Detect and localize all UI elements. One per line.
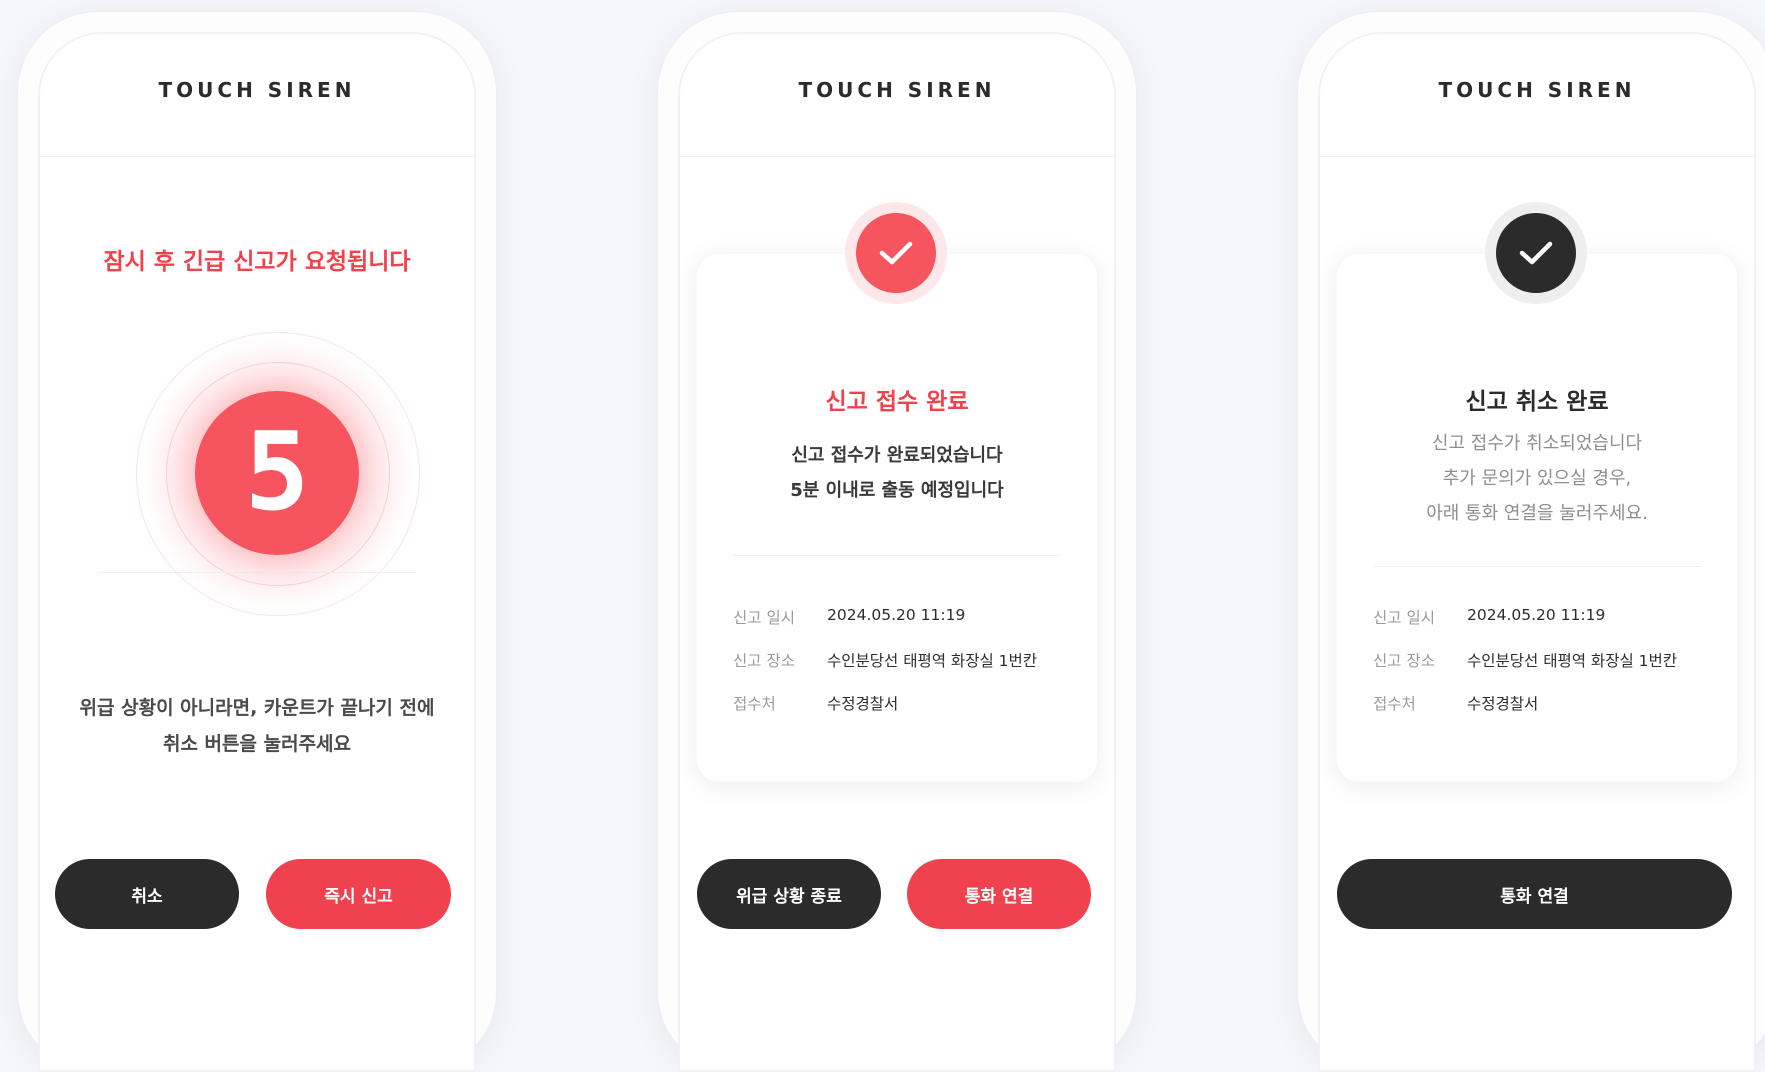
app-header: TOUCH SIREN — [1318, 32, 1756, 157]
countdown-warning-title: 잠시 후 긴급 신고가 요청됩니다 — [103, 249, 411, 275]
info-label: 신고 장소 — [733, 652, 795, 670]
info-row-agency: 접수처 수정경찰서 — [733, 692, 1077, 716]
info-label: 신고 일시 — [733, 609, 795, 627]
instruction-line-1: 위급 상황이 아니라면, 카운트가 끝나기 전에 — [79, 697, 435, 719]
info-value: 수인분당선 태평역 화장실 1번칸 — [827, 652, 1038, 670]
countdown-number: 5 — [244, 410, 310, 535]
card-message: 신고 접수가 취소되었습니다 추가 문의가 있으실 경우, 아래 통화 연결을 … — [1337, 426, 1737, 531]
brand-title: TOUCH SIREN — [798, 78, 996, 102]
message-line-2: 5분 이내로 출동 예정입니다 — [790, 480, 1004, 501]
divider — [98, 572, 416, 573]
status-icon-halo — [1485, 202, 1587, 304]
info-row-location: 신고 장소 수인분당선 태평역 화장실 1번칸 — [733, 649, 1077, 673]
info-value: 2024.05.20 11:19 — [1467, 606, 1606, 624]
end-emergency-button[interactable]: 위급 상황 종료 — [697, 859, 881, 929]
card-title: 신고 접수 완료 — [825, 389, 969, 415]
cancel-instruction: 위급 상황이 아니라면, 카운트가 끝나기 전에 취소 버튼을 눌러주세요 — [38, 690, 476, 762]
brand-title: TOUCH SIREN — [1438, 78, 1636, 102]
card-title: 신고 취소 완료 — [1465, 389, 1609, 415]
info-value: 수인분당선 태평역 화장실 1번칸 — [1467, 652, 1678, 670]
message-line-1: 신고 접수가 완료되었습니다 — [791, 445, 1003, 466]
info-value: 2024.05.20 11:19 — [827, 606, 966, 624]
card-divider — [1373, 566, 1701, 567]
info-row-datetime: 신고 일시 2024.05.20 11:19 — [733, 606, 1077, 630]
info-label: 접수처 — [1373, 695, 1416, 713]
status-icon-halo — [845, 202, 947, 304]
info-row-location: 신고 장소 수인분당선 태평역 화장실 1번칸 — [1373, 649, 1717, 673]
check-icon — [1496, 213, 1576, 293]
phone-report-received-screen: TOUCH SIREN 신고 접수 완료 신고 접수가 완료되었습니다 5분 이… — [658, 12, 1136, 1072]
app-header: TOUCH SIREN — [38, 32, 476, 157]
cancel-status-card: 신고 취소 완료 신고 접수가 취소되었습니다 추가 문의가 있으실 경우, 아… — [1337, 254, 1737, 782]
info-row-datetime: 신고 일시 2024.05.20 11:19 — [1373, 606, 1717, 630]
info-label: 신고 장소 — [1373, 652, 1435, 670]
instruction-line-2: 취소 버튼을 눌러주세요 — [162, 733, 352, 755]
phone-countdown-screen: TOUCH SIREN 잠시 후 긴급 신고가 요청됩니다 5 위급 상황이 아… — [18, 12, 496, 1072]
info-value: 수정경찰서 — [1467, 695, 1539, 713]
report-now-button[interactable]: 즉시 신고 — [266, 859, 451, 929]
message-line-2: 추가 문의가 있으실 경우, — [1442, 468, 1632, 489]
card-message: 신고 접수가 완료되었습니다 5분 이내로 출동 예정입니다 — [697, 438, 1097, 508]
app-header: TOUCH SIREN — [678, 32, 1116, 157]
check-icon — [856, 213, 936, 293]
card-divider — [733, 555, 1061, 556]
report-status-card: 신고 접수 완료 신고 접수가 완료되었습니다 5분 이내로 출동 예정입니다 … — [697, 254, 1097, 782]
screen-frame: TOUCH SIREN 신고 접수 완료 신고 접수가 완료되었습니다 5분 이… — [678, 32, 1116, 1072]
cancel-button[interactable]: 취소 — [55, 859, 239, 929]
screen-frame: TOUCH SIREN 잠시 후 긴급 신고가 요청됩니다 5 위급 상황이 아… — [38, 32, 476, 1072]
info-label: 신고 일시 — [1373, 609, 1435, 627]
info-value: 수정경찰서 — [827, 695, 899, 713]
countdown-circle: 5 — [195, 391, 359, 555]
screen-frame: TOUCH SIREN 신고 취소 완료 신고 접수가 취소되었습니다 추가 문… — [1318, 32, 1756, 1072]
phone-report-cancelled-screen: TOUCH SIREN 신고 취소 완료 신고 접수가 취소되었습니다 추가 문… — [1298, 12, 1765, 1072]
call-connect-button[interactable]: 통화 연결 — [907, 859, 1091, 929]
call-connect-button[interactable]: 통화 연결 — [1337, 859, 1732, 929]
brand-title: TOUCH SIREN — [158, 78, 356, 102]
info-label: 접수처 — [733, 695, 776, 713]
message-line-3: 아래 통화 연결을 눌러주세요. — [1426, 503, 1648, 524]
message-line-1: 신고 접수가 취소되었습니다 — [1431, 433, 1643, 454]
info-row-agency: 접수처 수정경찰서 — [1373, 692, 1717, 716]
